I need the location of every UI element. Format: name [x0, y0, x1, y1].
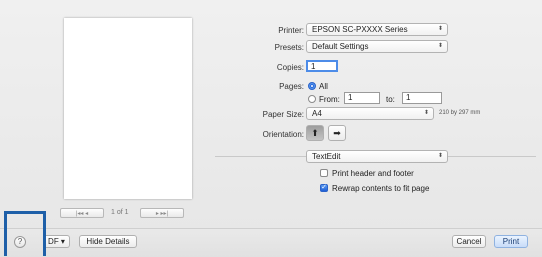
cancel-button[interactable]: Cancel — [452, 235, 486, 248]
print-button[interactable]: Print — [494, 235, 528, 248]
copies-value: 1 — [311, 62, 316, 71]
pages-to-input[interactable]: 1 — [402, 92, 442, 104]
rewrap-checkbox[interactable]: ✓ — [320, 184, 328, 192]
pages-from-label: From: — [319, 95, 340, 104]
orientation-label: Orientation: — [262, 130, 304, 139]
hide-details-button[interactable]: Hide Details — [79, 235, 137, 248]
preview-pager: |◂◂ ◂ 1 of 1 ▸ ▸▸| — [60, 208, 200, 220]
preview-next-last-button[interactable]: ▸ ▸▸| — [140, 208, 184, 218]
popup-arrows-icon: ⬍ — [437, 153, 443, 159]
orientation-portrait-button[interactable]: ⬆ — [306, 125, 324, 141]
printer-popup[interactable]: EPSON SC-PXXXX Series ⬍ — [306, 23, 448, 36]
hide-details-label: Hide Details — [86, 237, 130, 246]
preview-page-label: 1 of 1 — [111, 209, 129, 216]
orientation-landscape-button[interactable]: ➡ — [328, 125, 346, 141]
landscape-icon: ➡ — [333, 128, 341, 138]
printer-label: Printer: — [278, 26, 304, 35]
paper-size-dimensions: 210 by 297 mm — [439, 110, 481, 116]
presets-label: Presets: — [274, 43, 304, 52]
printer-value: EPSON SC-PXXXX Series — [312, 25, 408, 34]
paper-size-popup[interactable]: A4 ⬍ — [306, 107, 434, 120]
callout-highlight-box — [4, 211, 46, 256]
popup-arrows-icon: ⬍ — [437, 43, 443, 49]
pages-from-radio[interactable] — [308, 95, 316, 103]
first-prev-icon: |◂◂ ◂ — [75, 210, 89, 217]
pages-all-radio[interactable] — [308, 82, 316, 90]
copies-input[interactable]: 1 — [306, 60, 338, 72]
popup-arrows-icon: ⬍ — [423, 110, 429, 116]
paper-size-value: A4 — [312, 109, 322, 118]
print-dialog: |◂◂ ◂ 1 of 1 ▸ ▸▸| Printer: EPSON SC-PXX… — [0, 0, 542, 257]
print-header-footer-label: Print header and footer — [332, 169, 414, 178]
pdf-menu-button[interactable]: DF ▾ — [44, 235, 70, 248]
paper-size-label: Paper Size: — [262, 110, 304, 119]
rewrap-label: Rewrap contents to fit page — [332, 184, 430, 193]
pages-from-input[interactable]: 1 — [344, 92, 380, 104]
pages-label: Pages: — [279, 82, 304, 91]
pages-all-label: All — [319, 82, 328, 91]
print-label: Print — [502, 237, 520, 246]
copies-label: Copies: — [276, 63, 304, 72]
checkmark-icon: ✓ — [321, 184, 327, 191]
pdf-menu-label: DF ▾ — [48, 237, 65, 246]
pages-to-value: 1 — [406, 93, 411, 102]
popup-arrows-icon: ⬍ — [437, 26, 443, 32]
app-section-popup[interactable]: TextEdit ⬍ — [306, 150, 448, 163]
app-section-value: TextEdit — [312, 152, 341, 161]
portrait-icon: ⬆ — [311, 128, 319, 138]
presets-popup[interactable]: Default Settings ⬍ — [306, 40, 448, 53]
next-last-icon: ▸ ▸▸| — [155, 210, 169, 217]
pages-from-value: 1 — [348, 93, 353, 102]
cancel-label: Cancel — [456, 237, 482, 246]
presets-value: Default Settings — [312, 42, 369, 51]
print-header-footer-checkbox[interactable] — [320, 169, 328, 177]
pages-to-label: to: — [386, 95, 395, 104]
print-preview-page — [64, 18, 192, 199]
preview-first-prev-button[interactable]: |◂◂ ◂ — [60, 208, 104, 218]
